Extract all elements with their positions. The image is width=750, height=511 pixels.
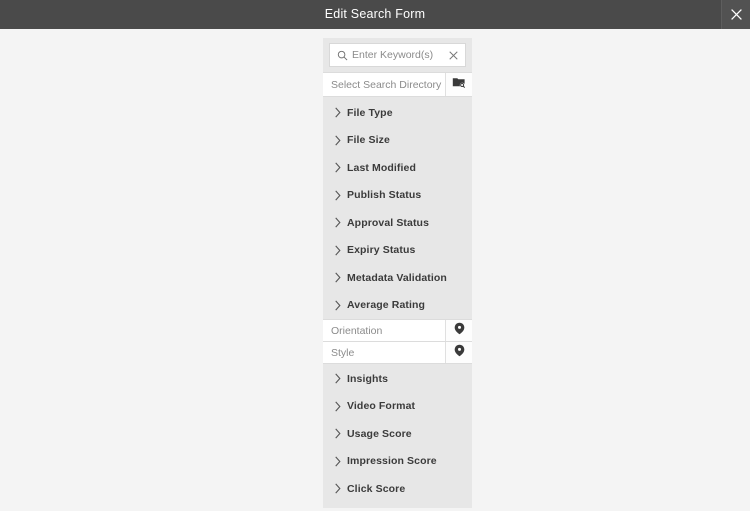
- accordion-item-usage-score[interactable]: Usage Score: [323, 420, 472, 448]
- accordion-item-click-score[interactable]: Click Score: [323, 475, 472, 503]
- dialog-titlebar: Edit Search Form: [0, 0, 750, 29]
- orientation-tag-button[interactable]: [445, 320, 472, 341]
- accordion-label: Last Modified: [347, 161, 416, 174]
- accordion-label: Expiry Status: [347, 244, 416, 256]
- search-directory-row[interactable]: [323, 72, 472, 97]
- accordion-item-last-modified[interactable]: Last Modified: [323, 154, 472, 182]
- accordion-label: Click Score: [347, 482, 406, 495]
- accordion-item-impression-score[interactable]: Impression Score: [323, 448, 472, 476]
- close-icon: [730, 8, 743, 21]
- accordion-label: File Type: [347, 106, 393, 119]
- chevron-right-icon: [329, 245, 347, 256]
- accordion-label: Metadata Validation: [347, 271, 447, 284]
- accordion-item-expiry-status[interactable]: Expiry Status: [323, 237, 472, 265]
- chevron-right-icon: [329, 190, 347, 201]
- keyword-search-row: [323, 38, 472, 72]
- chevron-right-icon: [329, 373, 347, 384]
- accordion-item-video-format[interactable]: Video Format: [323, 393, 472, 421]
- browse-directory-button[interactable]: [445, 73, 472, 96]
- accordion-group-bottom: Insights Video Format Usage Score Impres…: [323, 365, 472, 503]
- style-input[interactable]: [323, 342, 445, 363]
- style-tag-button[interactable]: [445, 342, 472, 363]
- accordion-label: Insights: [347, 372, 389, 385]
- close-button[interactable]: [721, 0, 750, 29]
- accordion-label: Publish Status: [347, 189, 422, 201]
- dialog-body: File Type File Size Last Modified Publis…: [0, 29, 750, 511]
- chevron-right-icon: [329, 272, 347, 283]
- tag-field-group: [323, 319, 472, 364]
- folder-search-icon: [452, 75, 466, 94]
- accordion-label: Impression Score: [347, 455, 437, 467]
- keyword-input[interactable]: [352, 49, 443, 61]
- accordion-label: File Size: [347, 134, 390, 146]
- dialog-title: Edit Search Form: [324, 7, 426, 22]
- chevron-right-icon: [329, 162, 347, 173]
- accordion-item-average-rating[interactable]: Average Rating: [323, 292, 472, 320]
- accordion-item-file-size[interactable]: File Size: [323, 127, 472, 155]
- keyword-search-box[interactable]: [329, 43, 466, 67]
- tag-icon: [453, 322, 466, 340]
- accordion-item-metadata-validation[interactable]: Metadata Validation: [323, 264, 472, 292]
- accordion-item-approval-status[interactable]: Approval Status: [323, 209, 472, 237]
- accordion-item-publish-status[interactable]: Publish Status: [323, 182, 472, 210]
- search-directory-input[interactable]: [323, 73, 445, 96]
- accordion-label: Usage Score: [347, 427, 412, 440]
- chevron-right-icon: [329, 135, 347, 146]
- chevron-right-icon: [329, 217, 347, 228]
- chevron-right-icon: [329, 300, 347, 311]
- orientation-row[interactable]: [323, 319, 472, 342]
- orientation-input[interactable]: [323, 320, 445, 341]
- chevron-right-icon: [329, 456, 347, 467]
- tag-icon: [453, 344, 466, 362]
- accordion-group-top: File Type File Size Last Modified Publis…: [323, 99, 472, 319]
- search-icon: [332, 50, 352, 61]
- accordion-item-insights[interactable]: Insights: [323, 365, 472, 393]
- accordion-label: Approval Status: [347, 216, 430, 229]
- chevron-right-icon: [329, 428, 347, 439]
- style-row[interactable]: [323, 341, 472, 364]
- accordion-label: Average Rating: [347, 299, 426, 311]
- accordion-label: Video Format: [347, 400, 416, 412]
- chevron-right-icon: [329, 401, 347, 412]
- clear-icon[interactable]: [443, 50, 463, 60]
- chevron-right-icon: [329, 483, 347, 494]
- accordion-item-file-type[interactable]: File Type: [323, 99, 472, 127]
- chevron-right-icon: [329, 107, 347, 118]
- search-form-panel: File Type File Size Last Modified Publis…: [323, 38, 472, 508]
